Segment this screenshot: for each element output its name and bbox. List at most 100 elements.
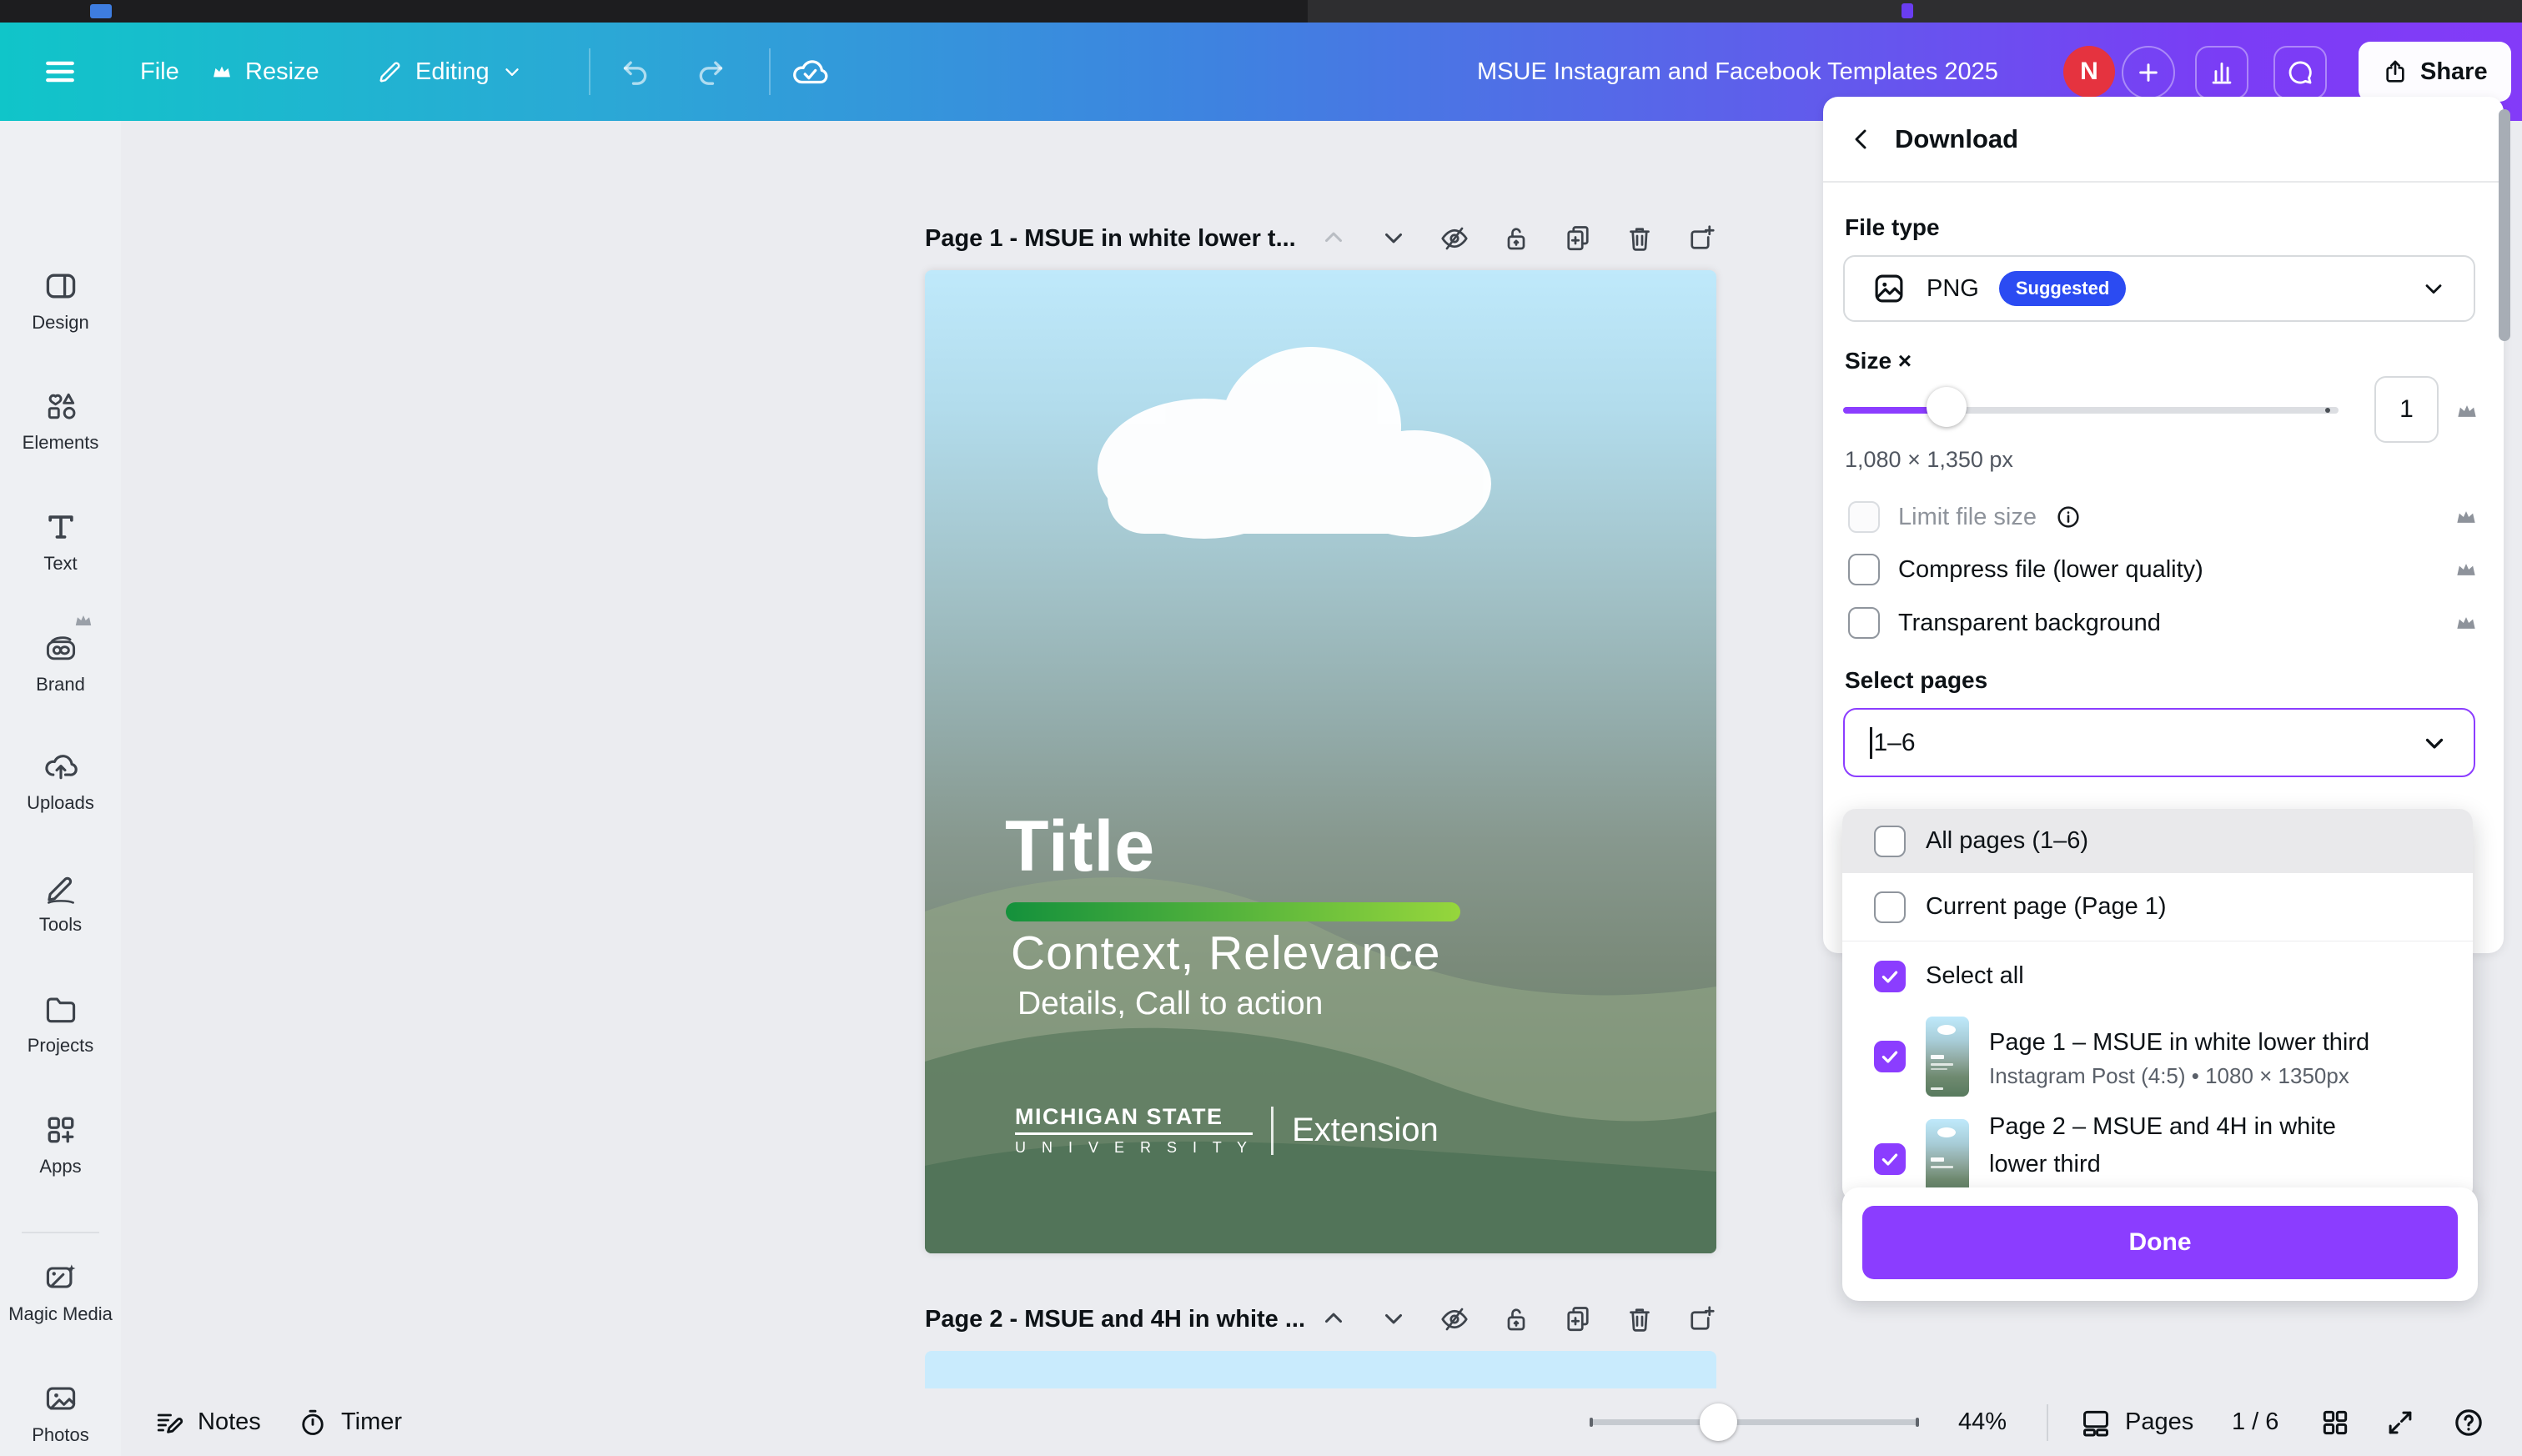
- size-multiplier-input[interactable]: 1: [2374, 376, 2439, 443]
- page1-header-title[interactable]: Page 1 - MSUE in white lower t...: [925, 225, 1296, 253]
- redo-button[interactable]: [694, 23, 727, 121]
- done-button[interactable]: Done: [1862, 1206, 2458, 1279]
- select-pages-input[interactable]: 1–6: [1843, 708, 2475, 777]
- duplicate-icon[interactable]: [1563, 1304, 1593, 1334]
- comments-button[interactable]: [2273, 46, 2327, 99]
- move-down-icon[interactable]: [1379, 223, 1408, 252]
- sidebar-item-photos[interactable]: Photos: [0, 1378, 121, 1446]
- main-menu-button[interactable]: [42, 23, 78, 121]
- current-page-option[interactable]: Current page (Page 1): [1842, 873, 2473, 941]
- limit-file-size-checkbox[interactable]: [1848, 501, 1880, 533]
- lock-open-icon[interactable]: [1501, 1304, 1531, 1334]
- canvas-page-1[interactable]: Title Context, Relevance Details, Call t…: [925, 270, 1716, 1253]
- page2-item-title: Page 2 – MSUE and 4H in white lower thir…: [1989, 1108, 2389, 1183]
- zoom-slider-thumb[interactable]: [1700, 1403, 1737, 1441]
- page2-checkbox[interactable]: [1874, 1143, 1906, 1175]
- select-all-label: Select all: [1926, 962, 2024, 990]
- text-icon: [43, 509, 79, 545]
- pencil-icon: [377, 58, 404, 85]
- compress-file-option[interactable]: Compress file (lower quality): [1848, 551, 2479, 588]
- select-all-option[interactable]: Select all: [1842, 941, 2473, 1011]
- msu-extension-logo[interactable]: MICHIGAN STATE U N I V E R S I T Y Exten…: [1015, 1104, 1439, 1157]
- add-page-icon[interactable]: [1686, 223, 1716, 254]
- transparent-background-checkbox[interactable]: [1848, 607, 1880, 639]
- compress-file-checkbox[interactable]: [1848, 554, 1880, 585]
- sidebar-item-tools[interactable]: Tools: [0, 868, 121, 936]
- design-title-text[interactable]: Title: [1005, 806, 1155, 888]
- page1-checkbox[interactable]: [1874, 1041, 1906, 1072]
- page2-header-title[interactable]: Page 2 - MSUE and 4H in white ...: [925, 1306, 1305, 1333]
- hide-icon[interactable]: [1439, 223, 1469, 254]
- apps-icon: [43, 1112, 79, 1148]
- current-page-checkbox[interactable]: [1874, 891, 1906, 923]
- file-menu-label: File: [140, 58, 179, 86]
- notes-button[interactable]: Notes: [154, 1388, 261, 1456]
- zoom-level-value[interactable]: 44%: [1958, 1388, 2007, 1456]
- info-icon[interactable]: [2055, 504, 2082, 530]
- accent-bar[interactable]: [1006, 902, 1460, 921]
- insights-button[interactable]: [2195, 46, 2248, 99]
- msu-logo-line2: U N I V E R S I T Y: [1015, 1139, 1253, 1157]
- trash-icon[interactable]: [1625, 1304, 1655, 1334]
- add-member-button[interactable]: [2122, 46, 2175, 99]
- download-panel-header: Download: [1823, 97, 2504, 183]
- back-icon[interactable]: [1848, 126, 1875, 153]
- move-up-icon[interactable]: [1319, 1304, 1348, 1333]
- browser-tab-segment: [1308, 0, 2522, 23]
- grid-view-button[interactable]: [2319, 1388, 2351, 1456]
- move-down-icon[interactable]: [1379, 1304, 1408, 1333]
- timer-button[interactable]: Timer: [298, 1388, 402, 1456]
- move-up-icon[interactable]: [1319, 223, 1348, 252]
- lock-open-icon[interactable]: [1501, 223, 1531, 254]
- fullscreen-button[interactable]: [2384, 1388, 2416, 1456]
- page-list-item-2[interactable]: Page 2 – MSUE and 4H in white lower thir…: [1842, 1102, 2473, 1201]
- sidebar-item-brand[interactable]: Brand: [0, 628, 121, 695]
- design-subtitle-text[interactable]: Context, Relevance: [1011, 926, 1440, 981]
- compress-file-label: Compress file (lower quality): [1898, 556, 2203, 584]
- cloud-check-icon: [791, 53, 829, 91]
- design-details-text[interactable]: Details, Call to action: [1017, 986, 1323, 1022]
- sidebar-item-apps[interactable]: Apps: [0, 1110, 121, 1177]
- trash-icon[interactable]: [1625, 223, 1655, 254]
- size-slider-marker: [2325, 408, 2330, 413]
- duplicate-icon[interactable]: [1563, 223, 1593, 254]
- sidebar-item-text[interactable]: Text: [0, 507, 121, 575]
- size-slider-track[interactable]: [1843, 407, 2339, 414]
- limit-file-size-option[interactable]: Limit file size: [1848, 499, 2479, 535]
- toolbar-divider: [769, 48, 771, 95]
- size-slider-thumb[interactable]: [1927, 387, 1967, 427]
- zoom-slider-track[interactable]: [1590, 1419, 1919, 1425]
- crown-icon: [210, 60, 234, 83]
- sidebar-item-label: Uploads: [0, 792, 121, 814]
- all-pages-option[interactable]: All pages (1–6): [1842, 809, 2473, 873]
- resize-button[interactable]: Resize: [210, 23, 319, 121]
- all-pages-checkbox[interactable]: [1874, 826, 1906, 857]
- editing-mode-button[interactable]: Editing: [377, 23, 523, 121]
- sidebar-item-design[interactable]: Design: [0, 266, 121, 334]
- panel-scrollbar[interactable]: [2499, 109, 2510, 341]
- select-all-checkbox[interactable]: [1874, 961, 1906, 992]
- share-button[interactable]: Share: [2359, 42, 2511, 102]
- bottombar-divider: [2047, 1404, 2048, 1441]
- sidebar-item-elements[interactable]: Elements: [0, 386, 121, 454]
- sidebar-item-uploads[interactable]: Uploads: [0, 746, 121, 814]
- canvas-page-2[interactable]: [925, 1351, 1716, 1390]
- pages-view-button[interactable]: Pages: [2080, 1388, 2193, 1456]
- file-menu-button[interactable]: File: [140, 23, 179, 121]
- canva-editor: File Resize Editing MSUE Instagram and F…: [0, 0, 2522, 1456]
- expand-icon: [2384, 1407, 2416, 1438]
- undo-button[interactable]: [619, 23, 652, 121]
- hide-icon[interactable]: [1439, 1304, 1469, 1334]
- sidebar-item-projects[interactable]: Projects: [0, 989, 121, 1057]
- sidebar-item-magic-media[interactable]: Magic Media: [0, 1258, 121, 1325]
- share-label: Share: [2420, 58, 2488, 86]
- page-list-item-1[interactable]: Page 1 – MSUE in white lower third Insta…: [1842, 1011, 2473, 1102]
- cloud-graphic: [1096, 344, 1496, 544]
- uploads-icon: [43, 748, 79, 785]
- help-button[interactable]: [2452, 1388, 2485, 1456]
- avatar[interactable]: N: [2063, 46, 2115, 98]
- transparent-background-option[interactable]: Transparent background: [1848, 605, 2479, 641]
- add-page-icon[interactable]: [1686, 1304, 1716, 1334]
- sidebar-item-label: Brand: [0, 674, 121, 695]
- file-type-select[interactable]: PNG Suggested: [1843, 255, 2475, 322]
